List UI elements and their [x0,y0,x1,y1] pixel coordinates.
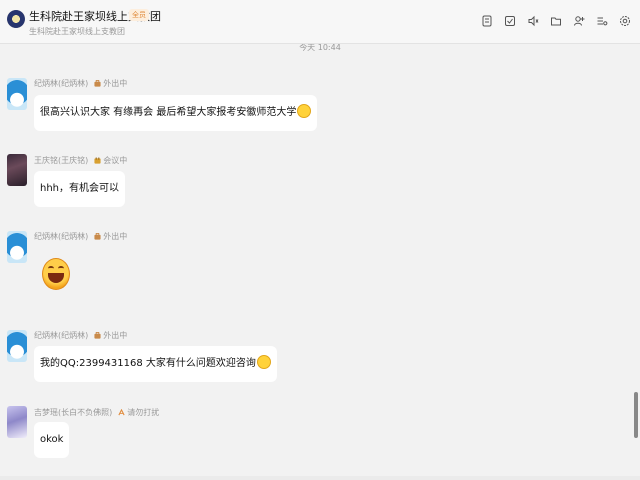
message-text: 我的QQ:2399431168 大家有什么问题欢迎咨询 [40,358,256,369]
message-bubble[interactable]: 很高兴认识大家 有缘再会 最后希望大家报考安徽师范大学 [34,95,318,131]
sender-name[interactable]: 纪炳林(纪炳林) [34,330,88,341]
add-member-icon[interactable] [573,15,585,27]
message-bubble[interactable]: okok [34,422,70,458]
briefcase-icon [94,233,101,240]
task-icon[interactable] [504,15,516,27]
message-meta: 吉梦瑶(长白不负佛照) 请勿打扰 [34,407,159,418]
sender-status: 请勿打扰 [118,407,159,418]
briefcase-icon [94,80,101,87]
avatar[interactable] [7,78,27,110]
status-text: 请勿打扰 [127,408,160,417]
sender-name[interactable]: 纪炳林(纪炳林) [34,78,88,89]
sender-name[interactable]: 王庆铭(王庆铭) [34,155,88,166]
message-meta: 纪炳林(纪炳林) 外出中 [34,330,127,341]
sender-name[interactable]: 纪炳林(纪炳林) [34,231,88,242]
avatar[interactable] [7,406,27,438]
laughing-emoji-icon[interactable] [42,258,70,290]
settings-icon[interactable] [619,15,631,27]
message-bubble[interactable]: hhh，有机会可以 [34,171,126,207]
status-text: 会议中 [103,156,128,165]
smile-emoji-icon [297,104,312,118]
group-tag-badge: 全员 [129,9,149,21]
message-bubble[interactable]: 我的QQ:2399431168 大家有什么问题欢迎咨询 [34,346,277,382]
status-text: 外出中 [103,79,128,88]
voice-icon[interactable] [527,15,539,27]
sender-name[interactable]: 吉梦瑶(长白不负佛照) [34,407,112,418]
avatar[interactable] [7,330,27,362]
message-text: okok [40,434,64,445]
message-meta: 纪炳林(纪炳林) 外出中 [34,78,127,89]
status-text: 外出中 [103,331,128,340]
folder-icon[interactable] [550,15,562,27]
chat-message-list[interactable]: 今天 10:44 纪炳林(纪炳林) 外出中 很高兴认识大家 有缘再会 最后希望大… [0,44,640,480]
avatar[interactable] [7,231,27,263]
sender-status: 外出中 [94,78,127,89]
more-apps-icon[interactable] [596,15,608,27]
message-meta: 纪炳林(纪炳林) 外出中 [34,231,127,242]
status-text: 外出中 [103,232,128,241]
header-toolbar [481,15,631,27]
message-text: 很高兴认识大家 有缘再会 最后希望大家报考安徽师范大学 [40,107,297,118]
briefcase-icon [94,332,101,339]
group-subtitle: 生科院赴王家坝线上支教团 [29,27,125,36]
bottom-divider [0,476,640,480]
sender-status: 会议中 [94,155,127,166]
chat-header: 生科院赴王家坝线上支教团 全员 生科院赴王家坝线上支教团 [0,0,640,44]
chat-history-icon[interactable] [481,15,493,27]
meeting-icon [94,157,101,164]
time-separator: 今天 10:44 [299,44,341,52]
message-text: hhh，有机会可以 [40,183,120,194]
group-avatar[interactable] [7,10,25,28]
message-meta: 王庆铭(王庆铭) 会议中 [34,155,127,166]
smile-emoji-icon [256,355,271,369]
avatar[interactable] [7,154,27,186]
chat-scrollbar[interactable] [634,392,638,438]
sender-status: 外出中 [94,330,127,341]
do-not-disturb-icon [118,409,125,416]
sender-status: 外出中 [94,231,127,242]
